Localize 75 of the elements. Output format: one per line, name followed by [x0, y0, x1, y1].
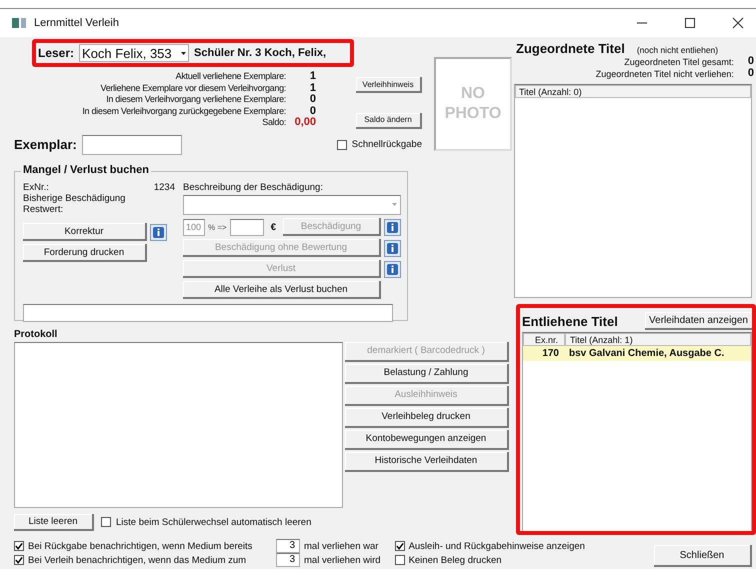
field-label: ExNr.:: [23, 182, 49, 192]
exemplar-label: Exemplar:: [14, 137, 77, 152]
window-title: Lernmittel Verleih: [34, 17, 119, 29]
loaned-title: Entliehene Titel: [522, 314, 618, 328]
photo-text: PHOTO: [444, 104, 502, 124]
checkbox-label: Keinen Beleg drucken: [408, 554, 502, 566]
count-field[interactable]: 3: [276, 553, 300, 567]
checkbox[interactable]: [336, 140, 347, 150]
description-label: Beschreibung der Beschädigung:: [183, 182, 324, 192]
checkbox[interactable]: [394, 541, 405, 551]
reader-dropdown[interactable]: Koch Felix, 353: [79, 44, 190, 62]
side-button[interactable]: Saldo ändern: [356, 112, 422, 128]
side-button[interactable]: Verleihhinweis: [356, 77, 422, 93]
checkbox-label: Schnellrückgabe: [352, 139, 422, 150]
column-header[interactable]: Titel (Anzahl: 1): [565, 333, 751, 346]
dropdown-arrow-icon: [392, 203, 397, 206]
description-dropdown[interactable]: [183, 194, 401, 214]
checkbox[interactable]: [394, 555, 405, 565]
action-button[interactable]: Historische Verleihdaten: [345, 452, 509, 472]
stat-label: Verliehene Exemplare vor diesem Verleihvorgang:: [99, 82, 286, 94]
count-suffix: mal verliehen war: [304, 540, 378, 552]
clear-list-button[interactable]: Liste leeren: [14, 514, 94, 530]
stat-label: In diesem Verleihvorgang verliehene Exemplare:: [105, 94, 286, 106]
stat-label: In diesem Verleihvorgang zurückgegebene Exemplare:: [81, 106, 286, 117]
stat-value: 0: [748, 56, 754, 68]
close-icon[interactable]: [732, 17, 744, 29]
stat-value: 0,00: [294, 117, 316, 128]
reader-info: Schüler Nr. 3 Koch, Felix,: [194, 47, 326, 59]
field-label: Bisherige Beschädigung: [23, 192, 126, 204]
stat-value: 0: [308, 94, 316, 106]
checkbox-label: Liste beim Schülerwechsel automatisch leeren: [116, 516, 312, 528]
checkbox[interactable]: [14, 541, 24, 551]
maximize-icon[interactable]: [684, 17, 696, 29]
app-icon: [12, 18, 26, 28]
stat-value: 0: [748, 68, 754, 80]
action-button[interactable]: Verleihbeleg drucken: [345, 408, 509, 428]
stat-label: Zugeordneten Titel nicht verliehen:: [596, 68, 734, 80]
assigned-title: Zugeordnete Titel: [516, 41, 625, 56]
field-value: 1234: [154, 182, 175, 192]
info-icon[interactable]: [150, 224, 167, 240]
action-button[interactable]: Alle Verleihe als Verlust buchen: [183, 281, 381, 299]
currency-label: €: [270, 222, 276, 232]
column-header[interactable]: Ex.nr.: [523, 333, 565, 346]
checkbox-label: Bei Rückgabe benachrichtigen, wenn Medium bereits: [28, 540, 254, 552]
action-button[interactable]: Forderung drucken: [23, 244, 147, 262]
column-header[interactable]: Titel (Anzahl: 0): [515, 85, 751, 98]
checkbox[interactable]: [14, 555, 24, 565]
stat-label: Saldo:: [261, 117, 286, 128]
dropdown-arrow-icon: [181, 52, 186, 54]
action-button[interactable]: Belastung / Zahlung: [345, 364, 509, 384]
checkbox-label: Bei Verleih benachrichtigen, wenn das Medium zum: [28, 554, 248, 566]
assigned-note: (noch nicht entliehen): [636, 45, 718, 55]
protocol-label: Protokoll: [14, 328, 58, 340]
count-suffix: mal verliehen wird: [304, 554, 381, 566]
action-button[interactable]: Kontobewegungen anzeigen: [345, 430, 509, 450]
group-title: Mangel / Verlust buchen: [21, 164, 151, 176]
field-label: Restwert:: [23, 204, 64, 214]
checkbox[interactable]: [101, 517, 111, 527]
stat-label: Aktuell verliehene Exemplare:: [174, 71, 286, 82]
percent-arrow: % =>: [208, 222, 227, 232]
exemplar-field[interactable]: [82, 134, 182, 154]
reader-label: Leser:: [38, 46, 74, 60]
stat-value: 1: [308, 71, 316, 82]
loan-data-button[interactable]: Verleihdaten anzeigen: [645, 312, 754, 330]
close-button[interactable]: Schließen: [654, 545, 752, 567]
table-cell-text: bsv Galvani Chemie, Ausgabe C.: [568, 347, 726, 361]
count-field[interactable]: 3: [276, 539, 300, 553]
checkbox-label: Ausleih- und Rückgabehinweise anzeigen: [408, 540, 585, 552]
stat-value: 0: [308, 106, 316, 117]
table-cell-text: 170: [541, 347, 560, 361]
list-row[interactable]: 170 bsv Galvani Chemie, Ausgabe C.: [523, 346, 751, 361]
action-button[interactable]: Korrektur: [23, 223, 147, 241]
photo-text: NO: [461, 84, 485, 104]
stat-label: Zugeordneten Titel gesamt:: [624, 56, 734, 68]
stat-value: 1: [308, 82, 316, 94]
